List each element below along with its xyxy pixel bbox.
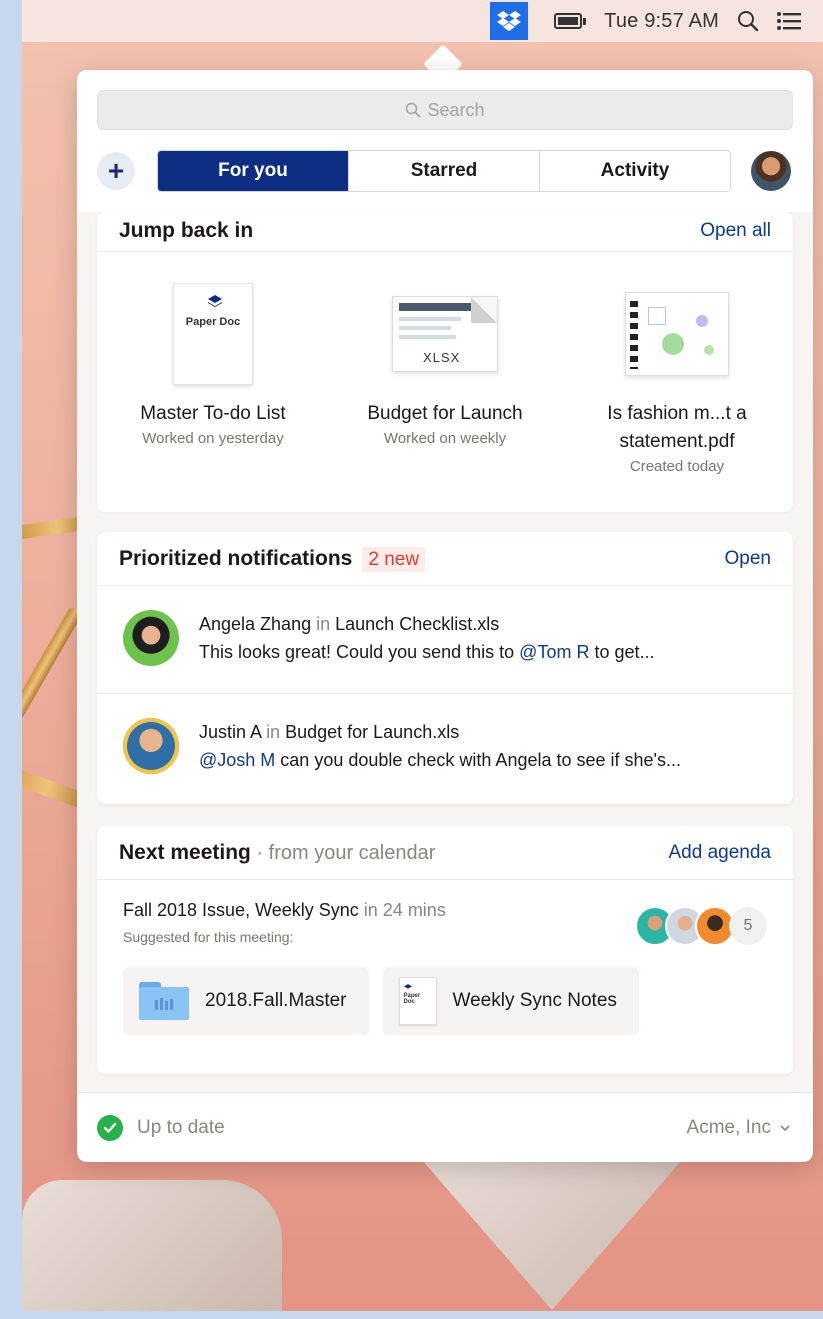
dropbox-menubar-icon[interactable] [490,2,529,40]
meeting-time: in 24 mins [358,900,446,920]
recent-files: Paper Doc Master To-do List Worked on ye… [97,252,793,475]
notification-body: Justin A in Budget for Launch.xls @Josh … [199,718,769,774]
team-switcher[interactable]: Acme, Inc [687,1117,791,1139]
file-meta: Created today [629,458,725,475]
pdf-icon [625,292,729,376]
tab-for-you[interactable]: For you [158,151,348,191]
file-name: Budget for Launch [367,403,523,424]
sync-status: Up to date [97,1114,225,1141]
suggested-doc-chip[interactable]: Paper Doc Weekly Sync Notes [382,967,639,1035]
jump-back-in-header: Jump back in Open all [97,210,793,252]
tab-starred[interactable]: Starred [348,151,539,191]
next-meeting-title-text: Next meeting [119,840,251,864]
next-meeting-header: Next meeting · from your calendar Add ag… [97,826,793,880]
notification-in: in [266,722,281,742]
search-input[interactable]: Search [97,90,793,130]
notification-file: Launch Checklist.xls [335,614,500,634]
recent-file[interactable]: Is fashion m...t a statement.pdf Created… [561,278,793,475]
file-name: Master To-do List [140,403,286,424]
paper-doc-label: Paper Doc [403,993,421,1005]
notifications-header: Prioritized notifications 2 new Open [97,532,793,586]
recent-file[interactable]: XLSX Budget for Launch Worked on weekly [329,278,561,475]
meeting-details: Fall 2018 Issue, Weekly Sync in 24 mins … [97,880,793,1070]
file-name: Is fashion m...t a statement.pdf [607,403,747,452]
message-text: to get... [589,642,655,662]
menu-bar: Tue 9:57 AM [22,0,823,42]
notifications-title-text: Prioritized notifications [119,546,353,570]
notification-author: Angela Zhang [199,614,312,634]
suggested-folder-chip[interactable]: 2018.Fall.Master [123,967,369,1035]
folder-icon [139,982,189,1020]
message-text: This looks great! Could you send this to [199,642,520,662]
new-badge: 2 new [362,546,426,572]
notification-in: in [316,614,331,634]
sync-status-text: Up to date [137,1116,225,1138]
list-icon[interactable] [777,11,801,31]
chip-label: Weekly Sync Notes [452,990,617,1011]
add-agenda-link[interactable]: Add agenda [669,842,772,864]
menubar-clock[interactable]: Tue 9:57 AM [604,10,719,33]
next-meeting-title: Next meeting · from your calendar [119,841,435,865]
notification-item[interactable]: Justin A in Budget for Launch.xls @Josh … [97,694,793,802]
panel-footer: Up to date Acme, Inc [77,1092,813,1162]
jump-back-in-card: Jump back in Open all Paper Doc Master T… [97,212,793,512]
jump-back-in-title: Jump back in [119,218,254,242]
paper-doc-label: Paper Doc [185,316,241,328]
attendees[interactable]: 5 [635,906,767,946]
xlsx-label: XLSX [423,350,461,365]
search-icon [406,102,422,118]
notification-item[interactable]: Angela Zhang in Launch Checklist.xls Thi… [97,586,793,694]
open-all-link[interactable]: Open all [700,220,771,242]
file-meta: Worked on weekly [383,430,507,447]
panel-header: Search + For you Starred Activity [77,70,813,212]
paper-doc-icon: Paper Doc [173,283,253,385]
check-icon [97,1114,123,1141]
file-meta: Worked on yesterday [142,430,284,447]
notifications-title: Prioritized notifications 2 new [119,546,426,572]
add-button[interactable]: + [97,152,135,190]
dropbox-icon [497,11,522,31]
mention[interactable]: @Josh M [199,750,275,770]
notification-author: Justin A [199,722,262,742]
wallpaper-decoration [422,1160,682,1310]
message-text: can you double check with Angela to see … [275,750,681,770]
attendee-count: 5 [729,907,767,945]
search-placeholder: Search [427,99,485,120]
wallpaper-decoration [22,1180,282,1311]
search-icon[interactable] [737,10,759,32]
avatar [123,610,179,666]
mention[interactable]: @Tom R [519,642,589,662]
dropbox-popover: Search + For you Starred Activity Jump b… [77,70,813,1162]
paper-doc-icon: Paper Doc [398,977,437,1025]
tab-activity[interactable]: Activity [539,151,730,191]
battery-icon[interactable] [554,13,587,29]
meeting-name: Fall 2018 Issue, Weekly Sync [123,900,359,920]
chevron-down-icon [780,1124,790,1131]
user-avatar[interactable] [751,151,791,191]
chip-label: 2018.Fall.Master [205,990,347,1011]
suggested-files: 2018.Fall.Master Paper Doc Weekly Sync N… [123,967,767,1035]
notifications-card: Prioritized notifications 2 new Open Ange… [97,532,793,804]
tabs-row: + For you Starred Activity [97,150,793,192]
next-meeting-subtitle: · from your calendar [250,841,436,864]
wallpaper-decoration [22,606,83,744]
notification-message: @Josh M can you double check with Angela… [199,746,769,774]
notification-body: Angela Zhang in Launch Checklist.xls Thi… [199,610,769,666]
notification-file: Budget for Launch.xls [285,722,460,742]
view-tabs: For you Starred Activity [157,150,731,192]
avatar [123,718,179,774]
next-meeting-card: Next meeting · from your calendar Add ag… [97,826,793,1074]
team-name: Acme, Inc [686,1116,771,1138]
recent-file[interactable]: Paper Doc Master To-do List Worked on ye… [97,278,329,475]
xlsx-icon: XLSX [392,296,498,372]
open-notifications-link[interactable]: Open [725,548,771,570]
notification-message: This looks great! Could you send this to… [199,638,769,666]
